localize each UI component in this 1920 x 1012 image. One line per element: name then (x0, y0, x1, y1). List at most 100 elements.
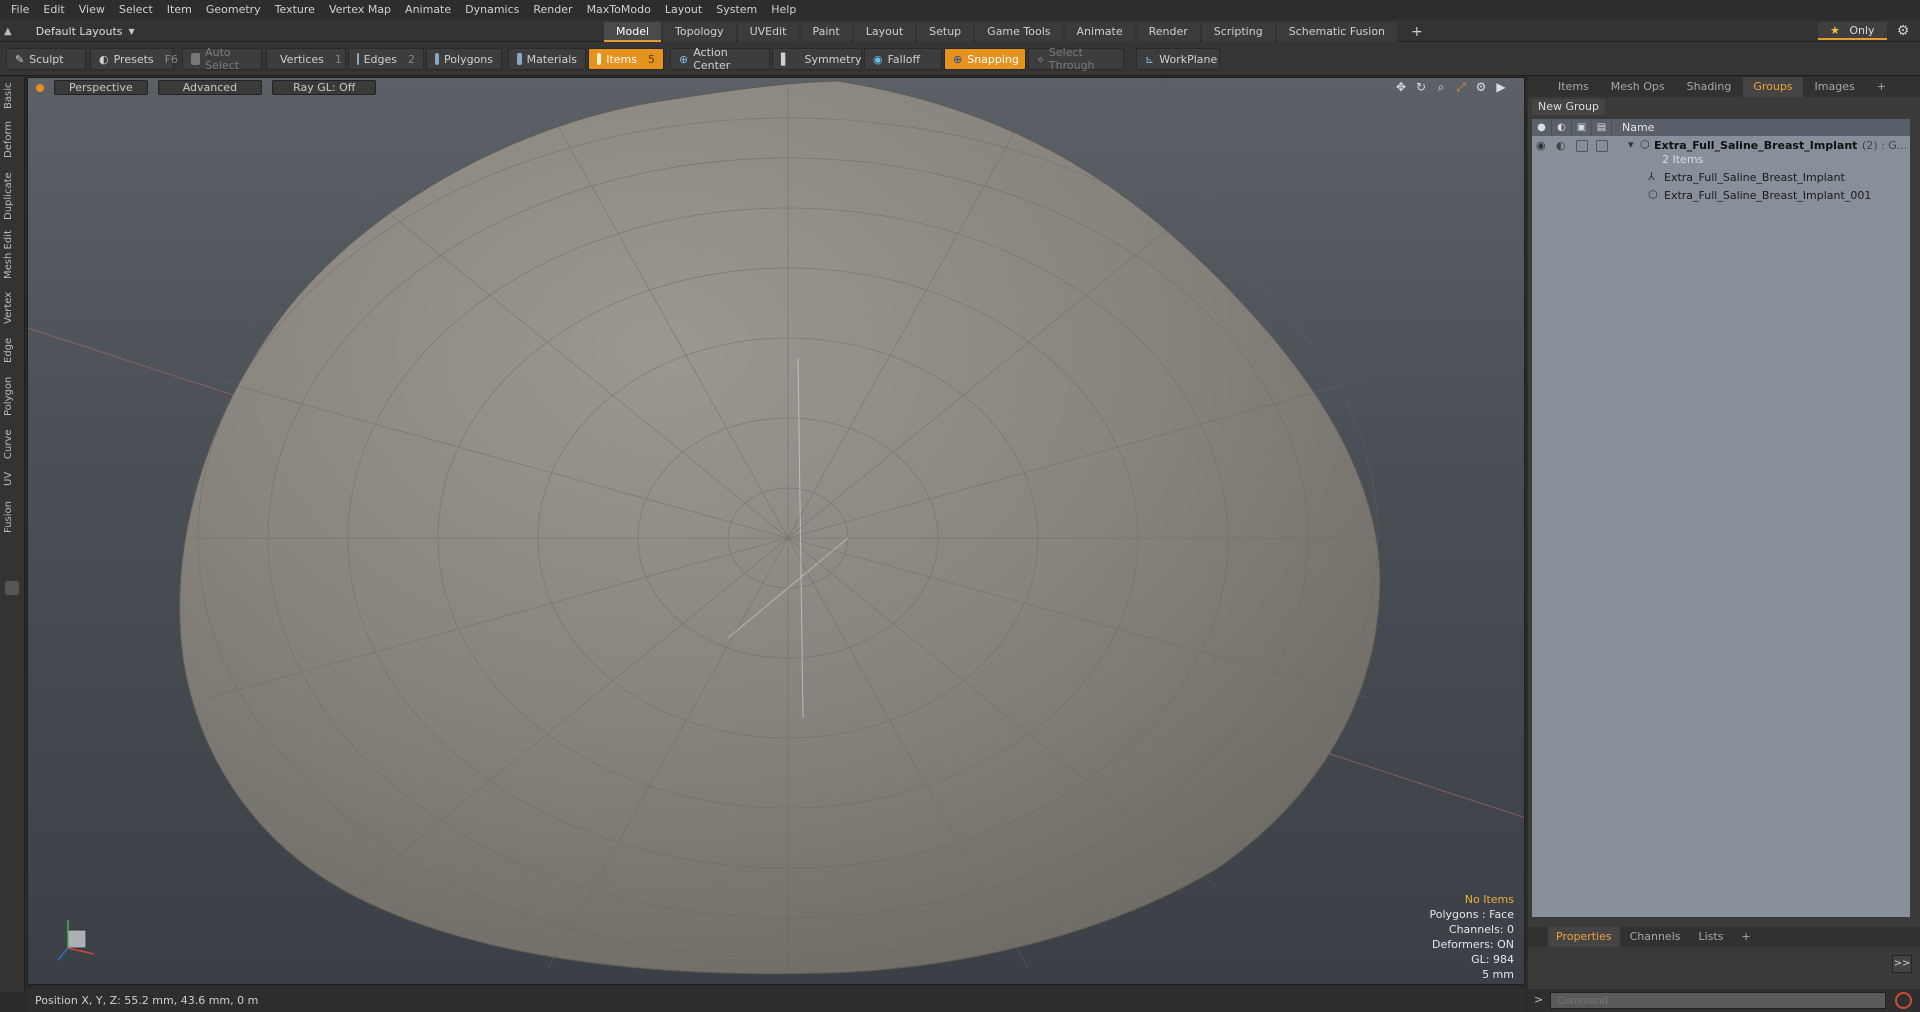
viewport-toggle-icon[interactable] (36, 84, 44, 92)
auto-select-button[interactable]: Auto Select (182, 46, 262, 72)
menu-texture[interactable]: Texture (268, 0, 322, 20)
tab-schematic-fusion[interactable]: Schematic Fusion (1276, 22, 1398, 42)
edges-button[interactable]: Edges 2 (348, 48, 424, 70)
viewport-settings-icon[interactable]: ⚙ (1474, 80, 1488, 94)
properties-tabs: Properties Channels Lists + (1528, 927, 1920, 947)
tab-layout[interactable]: Layout (853, 22, 916, 42)
collapse-icon[interactable]: ▲ (4, 26, 12, 37)
vtab-uv[interactable]: UV (3, 469, 21, 489)
materials-button[interactable]: Materials (508, 48, 586, 70)
menu-select[interactable]: Select (112, 0, 160, 20)
panel-toggle-button[interactable] (5, 581, 19, 595)
menu-layout[interactable]: Layout (658, 0, 709, 20)
presets-icon: ◐ (99, 52, 109, 66)
expand-panel-button[interactable]: >> (1892, 955, 1912, 973)
shading-mode-dropdown[interactable]: Advanced (157, 80, 263, 95)
vertices-button[interactable]: Vertices 1 (266, 48, 346, 70)
tab-setup[interactable]: Setup (917, 22, 974, 42)
zoom-icon[interactable]: ⌕ (1434, 80, 1448, 94)
add-properties-tab-button[interactable]: + (1733, 927, 1758, 947)
list-item[interactable]: ⬡ Extra_Full_Saline_Breast_Implant_001 (1532, 188, 1910, 204)
tab-lists[interactable]: Lists (1691, 927, 1732, 947)
edges-shortcut: 2 (408, 52, 415, 66)
symmetry-button[interactable]: ▌ Symmetry (772, 48, 862, 70)
tab-items[interactable]: Items (1548, 77, 1599, 97)
tab-uvedit[interactable]: UVEdit (737, 22, 799, 42)
tab-shading[interactable]: Shading (1677, 77, 1742, 97)
viewport-header: Perspective Advanced Ray GL: Off (36, 80, 377, 96)
menu-animate[interactable]: Animate (398, 0, 458, 20)
vtab-duplicate[interactable]: Duplicate (3, 171, 21, 221)
menu-item[interactable]: Item (160, 0, 199, 20)
menu-edit[interactable]: Edit (36, 0, 71, 20)
vtab-deform[interactable]: Deform (3, 119, 21, 159)
tab-topology[interactable]: Topology (663, 22, 736, 42)
tab-mesh-ops[interactable]: Mesh Ops (1601, 77, 1675, 97)
raygl-toggle[interactable]: Ray GL: Off (272, 80, 377, 95)
vtab-curve[interactable]: Curve (3, 427, 21, 461)
tab-game-tools[interactable]: Game Tools (975, 22, 1063, 42)
viewport-menu-icon[interactable]: ▶ (1494, 80, 1508, 94)
fit-icon[interactable]: ⤢ (1454, 80, 1468, 94)
menu-file[interactable]: File (4, 0, 36, 20)
falloff-icon: ◉ (873, 52, 883, 66)
tab-scripting[interactable]: Scripting (1201, 22, 1275, 42)
tab-animate[interactable]: Animate (1064, 22, 1135, 42)
layout-dropdown[interactable]: ▲ Default Layouts ▼ (4, 22, 135, 40)
vtab-edge[interactable]: Edge (3, 335, 21, 365)
layout-tabs: Model Topology UVEdit Paint Layout Setup… (604, 22, 1435, 42)
visibility-eye-icon[interactable]: ◉ (1536, 139, 1546, 152)
expand-arrow-icon[interactable]: ▾ (1628, 138, 1634, 151)
action-center-button[interactable]: ⊕ Action Center (670, 46, 770, 72)
add-tab-button[interactable]: + (1399, 22, 1435, 42)
falloff-button[interactable]: ◉ Falloff (864, 48, 942, 70)
menu-vertex-map[interactable]: Vertex Map (322, 0, 398, 20)
menu-dynamics[interactable]: Dynamics (458, 0, 526, 20)
tab-groups[interactable]: Groups (1743, 77, 1803, 97)
tab-model[interactable]: Model (604, 22, 662, 42)
tab-paint[interactable]: Paint (800, 22, 852, 42)
items-button[interactable]: Items 5 (588, 48, 664, 70)
vtab-mesh-edit[interactable]: Mesh Edit (3, 229, 21, 281)
menu-view[interactable]: View (72, 0, 112, 20)
polygons-button[interactable]: Polygons (426, 48, 502, 70)
menu-system[interactable]: System (709, 0, 764, 20)
new-group-button[interactable]: New Group (1532, 99, 1605, 115)
layout-dropdown-label: Default Layouts (35, 24, 123, 38)
vtab-polygon[interactable]: Polygon (3, 373, 21, 419)
select-checkbox[interactable] (1596, 140, 1608, 152)
tab-images[interactable]: Images (1805, 77, 1865, 97)
presets-button[interactable]: ◐ Presets F6 (90, 48, 178, 70)
vtab-fusion[interactable]: Fusion (3, 497, 21, 537)
tab-channels[interactable]: Channels (1622, 927, 1689, 947)
tab-properties[interactable]: Properties (1548, 927, 1620, 947)
add-panel-tab-button[interactable]: + (1867, 77, 1896, 97)
rotate-icon[interactable]: ↻ (1414, 80, 1428, 94)
select-through-button[interactable]: ⋄ Select Through (1028, 46, 1124, 72)
menu-help[interactable]: Help (764, 0, 803, 20)
sculpt-button[interactable]: ✎ Sculpt (6, 48, 86, 70)
view-mode-dropdown[interactable]: Perspective (54, 80, 148, 95)
list-item[interactable]: ⅄ Extra_Full_Saline_Breast_Implant (1532, 170, 1910, 186)
gear-icon[interactable]: ⚙ (1895, 23, 1911, 39)
menu-render[interactable]: Render (526, 0, 579, 20)
right-panel-tabs: Items Mesh Ops Shading Groups Images + (1528, 77, 1920, 97)
mesh-icon: ⬡ (1648, 188, 1658, 201)
pan-icon[interactable]: ✥ (1394, 80, 1408, 94)
3d-viewport[interactable]: Perspective Advanced Ray GL: Off ✥ ↻ ⌕ ⤢… (27, 77, 1525, 985)
tab-render[interactable]: Render (1136, 22, 1200, 42)
vtab-vertex[interactable]: Vertex (3, 289, 21, 327)
groups-tree-header: ● ◐ ▣ ▤ Name (1532, 119, 1910, 136)
snapping-button[interactable]: ⊕ Snapping (944, 48, 1026, 70)
lock-checkbox[interactable] (1576, 140, 1588, 152)
implant-mesh[interactable] (28, 78, 1525, 985)
vtab-basic[interactable]: Basic (3, 81, 21, 111)
command-run-button[interactable] (1895, 992, 1912, 1009)
command-input[interactable] (1550, 992, 1886, 1009)
menu-geometry[interactable]: Geometry (199, 0, 268, 20)
render-toggle-icon[interactable]: ◐ (1556, 139, 1566, 152)
only-button[interactable]: ★ Only (1818, 22, 1887, 40)
menu-maxtomodo[interactable]: MaxToModo (580, 0, 658, 20)
menu-bar: File Edit View Select Item Geometry Text… (0, 0, 1920, 20)
workplane-button[interactable]: ⊾ WorkPlane (1136, 48, 1220, 70)
